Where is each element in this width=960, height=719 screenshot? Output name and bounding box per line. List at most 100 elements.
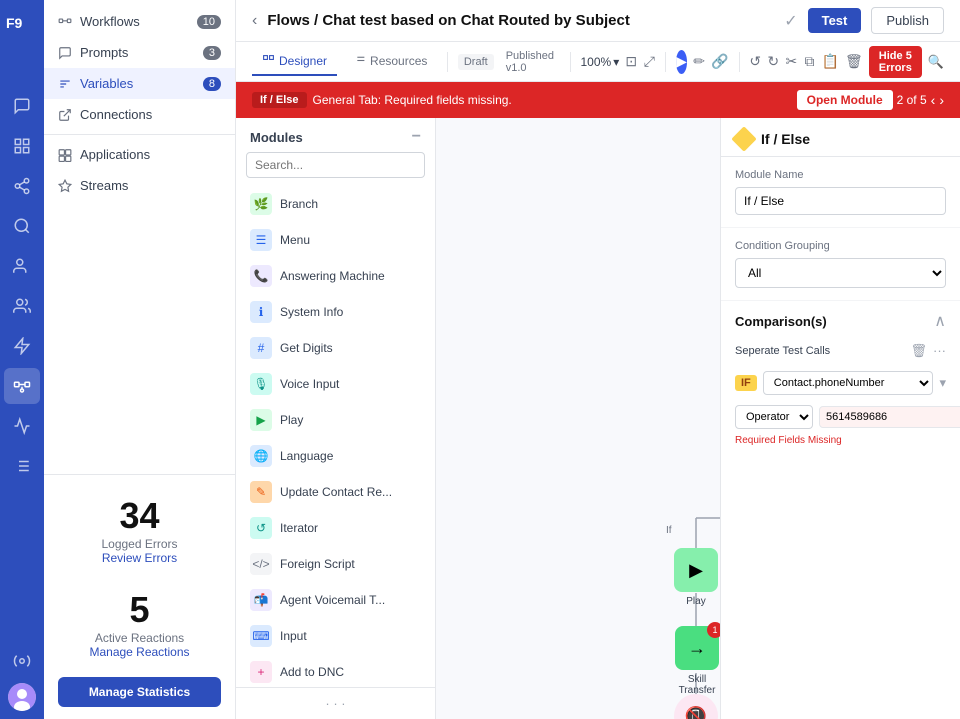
nav-lightning[interactable]: [4, 328, 40, 364]
module-answering-machine[interactable]: 📞 Answering Machine: [236, 258, 435, 294]
operator-select[interactable]: Operator = != contains: [735, 405, 813, 429]
nav-reports[interactable]: [4, 408, 40, 444]
tab-designer[interactable]: Designer: [252, 48, 337, 76]
module-foreign-script[interactable]: </> Foreign Script: [236, 546, 435, 582]
play-button[interactable]: ▶: [676, 50, 687, 74]
sidebar-item-connections[interactable]: Connections: [44, 99, 235, 130]
contact-field-select[interactable]: Contact.phoneNumber: [763, 371, 934, 395]
active-reactions-label: Active Reactions: [58, 631, 221, 645]
manage-statistics-button[interactable]: Manage Statistics: [58, 677, 221, 707]
logged-errors-count: 34: [58, 495, 221, 537]
module-iterator[interactable]: ↺ Iterator: [236, 510, 435, 546]
nav-prompts[interactable]: [4, 88, 40, 124]
logged-errors-label: Logged Errors: [58, 537, 221, 551]
fit-icon[interactable]: ⊡: [625, 49, 637, 75]
left-navigation: F9: [0, 0, 44, 719]
module-add-to-dnc[interactable]: + Add to DNC: [236, 654, 435, 687]
module-agent-voicemail[interactable]: 📬 Agent Voicemail T...: [236, 582, 435, 618]
condition-grouping-select[interactable]: All Any Custom: [735, 258, 946, 288]
svg-text:If: If: [666, 525, 672, 536]
error-prev-button[interactable]: ‹: [931, 92, 936, 108]
separate-test-label: Seperate Test Calls: [735, 345, 830, 357]
module-language[interactable]: 🌐 Language: [236, 438, 435, 474]
modules-search-input[interactable]: [246, 152, 425, 178]
collapse-modules-button[interactable]: −: [412, 128, 421, 146]
nav-variables[interactable]: [4, 128, 40, 164]
paste-icon[interactable]: 📋: [822, 49, 839, 75]
comparisons-section: Comparison(s) ∧: [721, 301, 960, 339]
zoom-control[interactable]: 100% ▾: [581, 55, 620, 69]
sidebar-item-streams[interactable]: Streams: [44, 170, 235, 201]
error-message: General Tab: Required fields missing.: [313, 93, 512, 107]
link-icon[interactable]: 🔗: [711, 49, 728, 75]
more-icon[interactable]: ···: [933, 343, 946, 359]
app-logo: F9: [4, 8, 40, 36]
answering-machine-icon: 📞: [250, 265, 272, 287]
nav-workflows[interactable]: [4, 48, 40, 84]
sidebar-item-applications[interactable]: Applications: [44, 139, 235, 170]
right-panel: If / Else Module Name Condition Grouping…: [720, 118, 960, 719]
modules-more-button[interactable]: · · ·: [325, 696, 345, 711]
open-module-button[interactable]: Open Module: [797, 90, 893, 110]
comparisons-title: Comparison(s): [735, 314, 827, 329]
menu-icon: ☰: [250, 229, 272, 251]
node-skill-transfer[interactable]: → 1 Skill Transfer: [674, 626, 720, 696]
module-branch[interactable]: 🌿 Branch: [236, 186, 435, 222]
comparison-value-input[interactable]: [819, 406, 960, 428]
review-errors-link[interactable]: Review Errors: [58, 551, 221, 565]
user-avatar[interactable]: [8, 683, 36, 711]
nav-admin[interactable]: [4, 643, 40, 679]
svg-text:F9: F9: [6, 15, 23, 31]
nav-search[interactable]: [4, 208, 40, 244]
module-update-contact[interactable]: ✎ Update Contact Re...: [236, 474, 435, 510]
sidebar-item-variables[interactable]: Variables 8: [44, 68, 235, 99]
module-name-input[interactable]: [735, 187, 946, 215]
expand-icon[interactable]: ⤢: [643, 49, 655, 75]
flow-canvas[interactable]: If Else If Else: [436, 118, 720, 719]
nav-connections[interactable]: [4, 168, 40, 204]
nav-contacts[interactable]: [4, 248, 40, 284]
if-condition-row: IF Contact.phoneNumber ▾: [721, 367, 960, 401]
delete-icon[interactable]: 🗑: [845, 49, 863, 75]
if-else-icon: [731, 126, 756, 151]
module-voice-input[interactable]: 🎙 Voice Input: [236, 366, 435, 402]
canvas-area: Modules − 🌿 Branch ☰ Menu 📞 Answer: [236, 118, 960, 719]
search-icon[interactable]: 🔍: [928, 49, 944, 75]
agent-voicemail-icon: 📬: [250, 589, 272, 611]
copy-icon[interactable]: ⧉: [803, 49, 815, 75]
error-nav-count: 2 of 5: [897, 93, 927, 107]
error-next-button[interactable]: ›: [939, 92, 944, 108]
node-hang-up[interactable]: 📵 Hang-up: [674, 694, 718, 719]
nav-flows[interactable]: [4, 368, 40, 404]
draft-badge: Draft: [458, 54, 494, 70]
operator-row: Operator = != contains: [721, 401, 960, 433]
modules-panel: Modules − 🌿 Branch ☰ Menu 📞 Answer: [236, 118, 436, 719]
back-button[interactable]: ‹: [252, 12, 257, 30]
manage-reactions-link[interactable]: Manage Reactions: [58, 645, 221, 659]
toolbar: Designer Resources Draft Published v1.0 …: [236, 42, 960, 82]
sidebar-item-prompts[interactable]: Prompts 3: [44, 37, 235, 68]
redo-icon[interactable]: ↻: [767, 49, 779, 75]
pencil-icon[interactable]: ✏: [693, 49, 705, 75]
test-button[interactable]: Test: [808, 8, 862, 33]
tab-resources[interactable]: Resources: [343, 48, 437, 76]
module-get-digits[interactable]: # Get Digits: [236, 330, 435, 366]
module-input[interactable]: ⌨ Input: [236, 618, 435, 654]
add-dnc-icon: +: [250, 661, 272, 683]
module-system-info[interactable]: ℹ System Info: [236, 294, 435, 330]
nav-lists[interactable]: [4, 448, 40, 484]
modules-title: Modules: [250, 130, 303, 145]
nav-people[interactable]: [4, 288, 40, 324]
node-play[interactable]: ▶ Play: [674, 548, 718, 607]
undo-icon[interactable]: ↺: [749, 49, 761, 75]
publish-button[interactable]: Publish: [871, 7, 944, 34]
module-menu[interactable]: ☰ Menu: [236, 222, 435, 258]
trash-icon[interactable]: 🗑: [910, 343, 927, 359]
voice-input-icon: 🎙: [250, 373, 272, 395]
comparisons-expand-icon[interactable]: ∧: [934, 311, 946, 331]
hide-errors-button[interactable]: Hide 5 Errors: [869, 46, 922, 78]
cut-icon[interactable]: ✂: [785, 49, 797, 75]
sidebar-item-workflows[interactable]: Workflows 10: [44, 6, 235, 37]
module-play[interactable]: ▶ Play: [236, 402, 435, 438]
field-chevron[interactable]: ▾: [939, 375, 946, 391]
